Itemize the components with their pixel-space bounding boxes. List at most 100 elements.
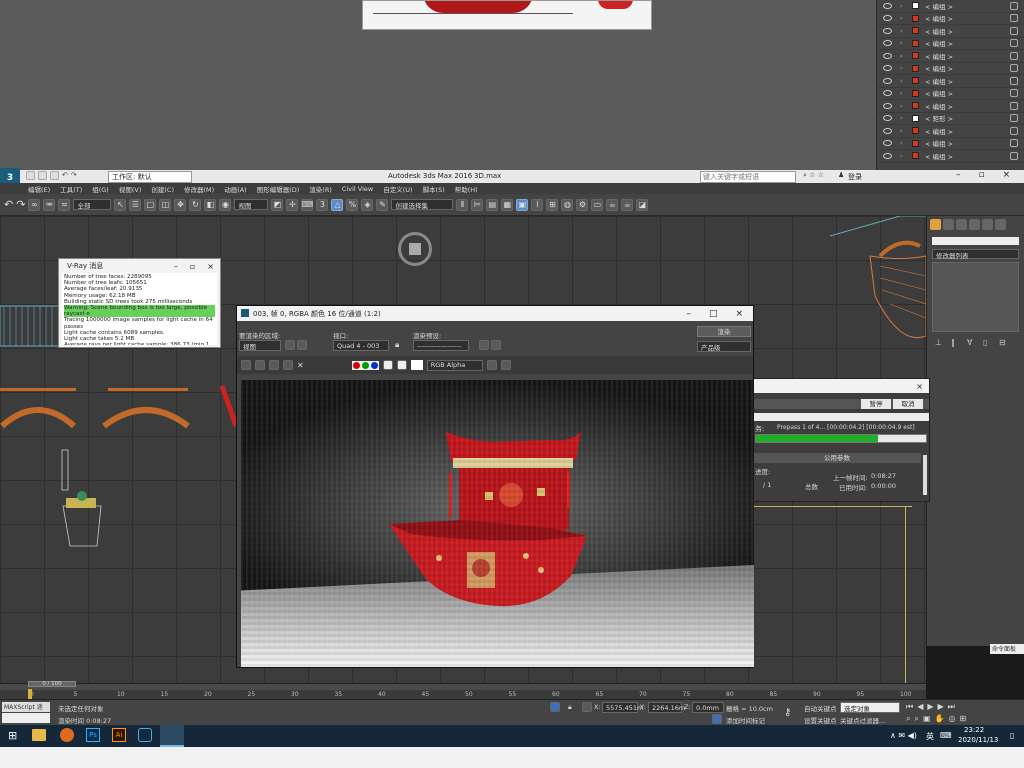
x-field[interactable]: 5575.451m <box>602 702 643 713</box>
pan-icon[interactable]: ✋ <box>935 714 945 724</box>
area-select[interactable]: 视图 <box>239 340 281 351</box>
create-tab-icon[interactable] <box>930 219 941 230</box>
modifier-stack[interactable] <box>932 262 1019 332</box>
render-production-icon[interactable]: ☕ <box>606 198 619 211</box>
cancel-button[interactable]: 取消 <box>893 399 923 409</box>
save-file-icon[interactable] <box>50 171 59 180</box>
configure-sets-icon[interactable]: ⊟ <box>999 338 1009 348</box>
illustrator-icon[interactable]: Ai <box>112 728 126 742</box>
y-field[interactable]: 2264.16m <box>648 702 685 713</box>
spinner-snap-icon[interactable]: ◈ <box>361 198 374 211</box>
selection-filter-select[interactable]: 全部 <box>73 199 112 210</box>
modify-tab-icon[interactable] <box>943 219 954 230</box>
layer-row[interactable]: › < 矩形 > <box>877 113 1024 125</box>
curve-editor-icon[interactable]: ⌇ <box>531 198 544 211</box>
auto-region-icon[interactable] <box>297 340 307 350</box>
show-end-result-icon[interactable]: ‖ <box>951 338 961 348</box>
red-channel-icon[interactable] <box>352 361 360 369</box>
snap-icon[interactable]: 3 <box>316 198 329 211</box>
viewcube-icon[interactable] <box>398 232 432 266</box>
ime-indicator[interactable]: 英 <box>926 731 934 742</box>
layer-row[interactable]: › < 编组 > <box>877 100 1024 113</box>
add-time-tag[interactable]: 添加时间标记 <box>726 715 765 725</box>
select-by-name-icon[interactable]: ☰ <box>129 198 142 211</box>
visibility-icon[interactable] <box>883 65 892 72</box>
redo-icon[interactable]: ↷ <box>71 171 77 180</box>
orbit-icon[interactable]: ◎ <box>949 714 956 724</box>
zoom-icon[interactable]: ⌕ <box>906 714 910 724</box>
render-setup-icon[interactable] <box>491 340 501 350</box>
layer-row[interactable]: › < 编组 > <box>877 0 1024 13</box>
lock-icon[interactable] <box>1010 64 1018 73</box>
pin-stack-icon[interactable]: ⊥ <box>935 338 945 348</box>
render-activeshade-icon[interactable]: ◪ <box>636 198 649 211</box>
preset-select[interactable]: ------------------- <box>413 340 469 351</box>
placement-icon[interactable]: ◉ <box>219 198 232 211</box>
maximize-viewport-icon[interactable]: ⊞ <box>959 714 966 724</box>
visibility-icon[interactable] <box>883 15 892 22</box>
redo-icon[interactable]: ↷ <box>16 198 25 211</box>
lock-icon[interactable] <box>1010 101 1018 110</box>
clock-date[interactable]: 2020/11/13 <box>958 736 998 744</box>
chevron-right-icon[interactable]: › <box>900 139 908 147</box>
select-object-icon[interactable]: ↖ <box>114 198 127 211</box>
bind-spacewarp-icon[interactable]: ≈ <box>58 198 71 211</box>
layer-row[interactable]: › < 编组 > <box>877 75 1024 88</box>
display-mode-icon[interactable] <box>500 360 511 370</box>
chevron-right-icon[interactable]: › <box>900 27 908 35</box>
chevron-right-icon[interactable]: › <box>900 64 908 72</box>
browser-icon[interactable] <box>60 728 74 742</box>
ribbon-icon[interactable]: ▦ <box>501 198 514 211</box>
lock-icon[interactable] <box>1010 1 1018 10</box>
chevron-right-icon[interactable]: › <box>900 89 908 97</box>
window-controls[interactable]: – □ × <box>686 309 753 319</box>
visibility-icon[interactable] <box>883 140 892 147</box>
menu-item[interactable]: 修改器(M) <box>184 184 214 194</box>
app-icon[interactable] <box>138 728 152 742</box>
menu-item[interactable]: Civil View <box>342 185 373 193</box>
pivot-icon[interactable]: ◩ <box>271 198 284 211</box>
chevron-right-icon[interactable]: › <box>900 77 908 85</box>
time-slider[interactable]: 0 / 100 <box>28 681 76 687</box>
layer-row[interactable]: › < 编组 > <box>877 88 1024 100</box>
chevron-right-icon[interactable]: › <box>900 2 908 10</box>
chevron-right-icon[interactable]: › <box>900 102 908 110</box>
new-file-icon[interactable] <box>26 171 35 180</box>
isolate-selection-icon[interactable] <box>550 702 560 712</box>
environment-icon[interactable] <box>479 340 489 350</box>
layer-row[interactable]: › < 编组 > <box>877 50 1024 63</box>
layer-row[interactable]: › < 编组 > <box>877 63 1024 75</box>
zoom-extents-icon[interactable]: ▣ <box>923 714 931 724</box>
product-level-select[interactable]: 产品级 <box>697 341 751 352</box>
visibility-icon[interactable] <box>883 27 892 34</box>
tray-icons[interactable]: ∧ ✉ ◀) <box>890 731 917 740</box>
menu-item[interactable]: 创建(C) <box>151 184 174 194</box>
visibility-icon[interactable] <box>883 77 892 84</box>
swatch-white[interactable] <box>410 360 423 370</box>
3dsmax-taskbar-icon[interactable] <box>160 725 184 747</box>
layer-row[interactable]: › < 编组 > <box>877 125 1024 138</box>
ref-coord-select[interactable]: 视图 <box>234 199 269 210</box>
play-icon[interactable]: ▶ <box>927 702 933 712</box>
menu-item[interactable]: 渲染(R) <box>309 184 332 194</box>
go-start-icon[interactable]: ⏮ <box>906 702 913 712</box>
rendered-frame-window-icon[interactable]: ▭ <box>591 198 604 211</box>
visibility-icon[interactable] <box>883 102 892 109</box>
menu-item[interactable]: 编辑(E) <box>28 184 50 194</box>
green-channel-icon[interactable] <box>361 361 369 369</box>
windows-start-icon[interactable]: ⊞ <box>8 729 17 742</box>
search-icon[interactable]: ⌕ ☆ ☆ <box>803 171 824 180</box>
params-header[interactable]: 公用参数 <box>753 453 921 463</box>
mono-icon[interactable] <box>396 360 407 370</box>
lock-icon[interactable] <box>1010 139 1018 148</box>
visibility-icon[interactable] <box>883 40 892 47</box>
menu-item[interactable]: 脚本(S) <box>423 184 445 194</box>
named-selection-select[interactable]: 创建选择集 <box>391 199 454 210</box>
layer-row[interactable]: › < 编组 > <box>877 13 1024 25</box>
menu-item[interactable]: 自定义(U) <box>383 184 412 194</box>
layer-row[interactable]: › < 编组 > <box>877 138 1024 150</box>
render-button[interactable]: 渲染 <box>697 326 751 337</box>
link-icon[interactable]: ∞ <box>28 198 41 211</box>
blue-channel-icon[interactable] <box>370 361 378 369</box>
pause-button[interactable]: 暂停 <box>861 399 891 409</box>
